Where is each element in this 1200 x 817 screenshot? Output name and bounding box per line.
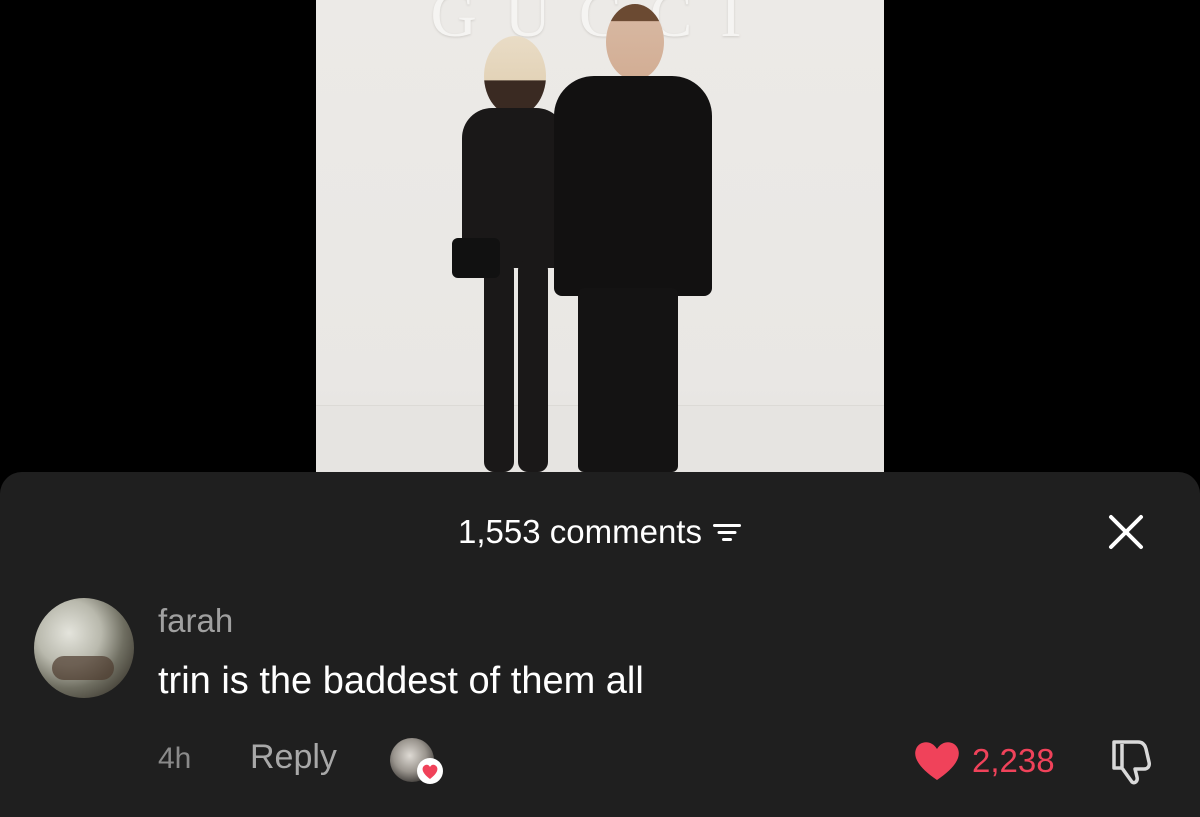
comments-count: 1,553 comments: [458, 513, 702, 550]
commenter-avatar[interactable]: [34, 598, 134, 698]
thumbs-down-icon[interactable]: [1108, 736, 1160, 786]
creator-heart-icon: [417, 758, 443, 784]
filter-sort-icon[interactable]: [712, 521, 742, 543]
video-player[interactable]: GUCCI: [0, 0, 1200, 480]
reply-button[interactable]: Reply: [250, 738, 337, 777]
comments-sheet: 1,553 comments farah trin is the baddest…: [0, 472, 1200, 817]
comment-timestamp: 4h: [158, 742, 192, 775]
comment-text: trin is the baddest of them all: [158, 660, 644, 702]
video-frame: GUCCI: [316, 0, 884, 472]
person-right: [550, 4, 720, 472]
comments-header[interactable]: 1,553 comments: [0, 512, 1200, 552]
creator-liked-badge: [390, 736, 446, 786]
heart-icon[interactable]: [912, 738, 962, 782]
close-icon[interactable]: [1106, 512, 1146, 552]
like-count: 2,238: [972, 742, 1055, 779]
comment-username[interactable]: farah: [158, 602, 233, 640]
